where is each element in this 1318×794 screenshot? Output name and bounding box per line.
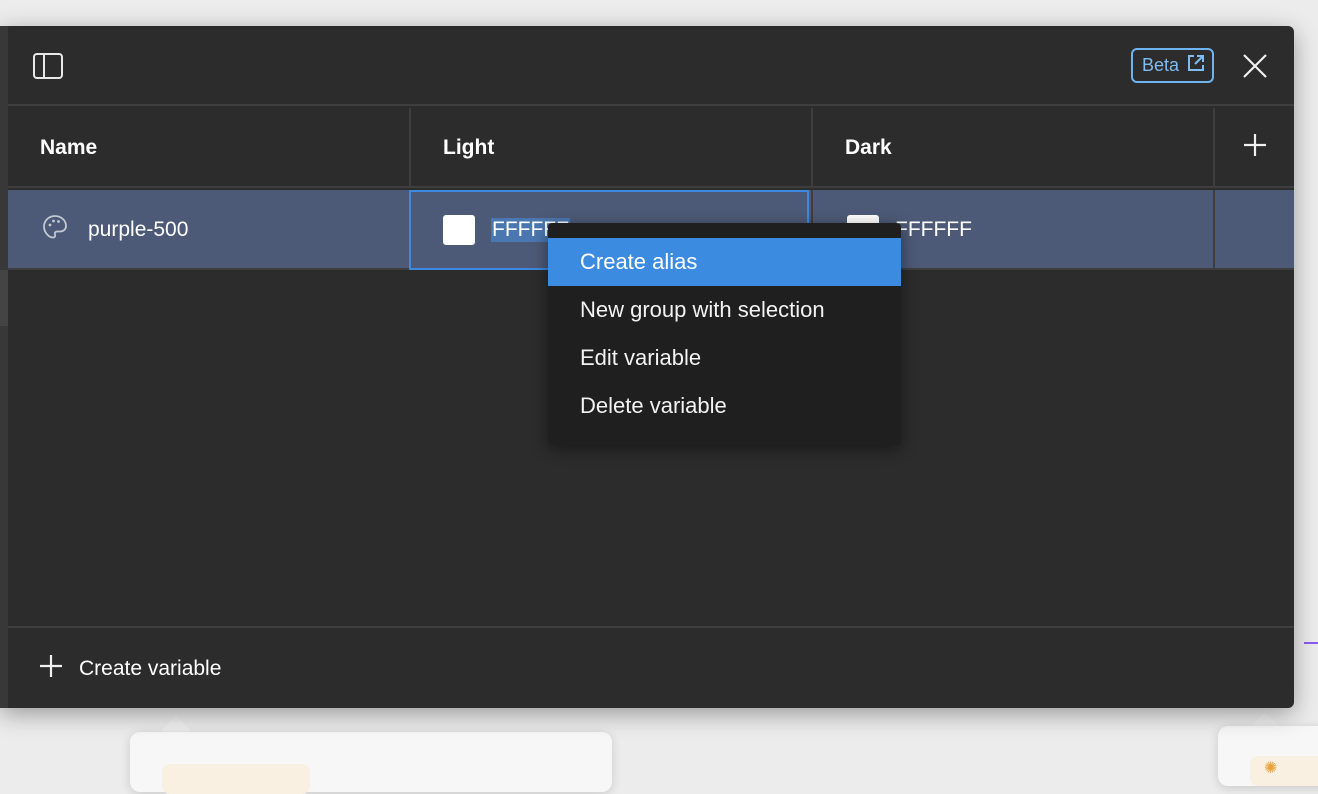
variable-name: purple-500 (88, 218, 188, 242)
menu-item-new-group-with-selection[interactable]: New group with selection (548, 286, 901, 334)
panel-header: Beta (8, 26, 1294, 106)
menu-item-create-alias[interactable]: Create alias (548, 238, 901, 286)
column-header-name[interactable]: Name (8, 108, 409, 188)
menu-item-delete-variable[interactable]: Delete variable (548, 382, 901, 430)
sidebar-panel-icon[interactable] (33, 53, 63, 79)
column-header-dark[interactable]: Dark (811, 108, 1213, 188)
close-icon[interactable] (1242, 53, 1268, 79)
beta-label: Beta (1142, 55, 1179, 76)
sun-icon: ✺ (1264, 758, 1277, 778)
dark-hex-value[interactable]: FFFFFF (895, 218, 972, 242)
row-extra-cell (1213, 190, 1294, 270)
background-popover-2: ✺ (1218, 726, 1318, 786)
context-menu: Create alias New group with selection Ed… (548, 223, 901, 445)
panel-footer: Create variable (8, 626, 1294, 708)
canvas-guide-line (1304, 642, 1318, 644)
plus-icon (1243, 133, 1267, 163)
panel-left-strip (0, 26, 8, 708)
add-mode-button[interactable] (1213, 108, 1294, 188)
light-color-swatch[interactable] (443, 215, 475, 245)
create-variable-button[interactable]: Create variable (39, 654, 221, 684)
variable-name-cell[interactable]: purple-500 (8, 190, 409, 270)
beta-badge-link[interactable]: Beta (1131, 48, 1214, 83)
table-header: Name Light Dark (8, 108, 1294, 188)
palette-icon (42, 214, 68, 246)
plus-icon (39, 654, 63, 684)
background-popover-chip (162, 764, 310, 794)
create-variable-label: Create variable (79, 657, 221, 681)
external-link-icon (1187, 54, 1205, 77)
menu-item-edit-variable[interactable]: Edit variable (548, 334, 901, 382)
column-header-light[interactable]: Light (409, 108, 811, 188)
background-popover-chip-2 (1250, 756, 1318, 786)
background-popover (130, 732, 612, 792)
